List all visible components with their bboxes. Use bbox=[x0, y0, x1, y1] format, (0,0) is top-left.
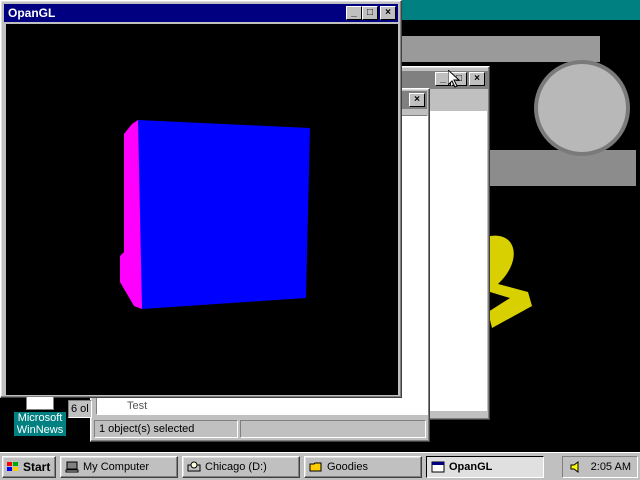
folder-icon bbox=[309, 462, 322, 471]
desktop-wallpaper-strip bbox=[400, 0, 640, 20]
maximize-button[interactable]: □ bbox=[362, 6, 378, 20]
task-goodies[interactable]: Goodies bbox=[304, 455, 422, 478]
system-tray: 2:05 AM bbox=[562, 455, 638, 478]
winnews-icon bbox=[26, 396, 54, 410]
wallpaper-graphic bbox=[402, 36, 600, 62]
opengl-window[interactable]: OpanGL _ □ × bbox=[0, 0, 402, 398]
task-label: Chicago (D:) bbox=[205, 460, 267, 473]
minimize-button[interactable]: _ bbox=[346, 6, 362, 20]
rendered-cube bbox=[120, 120, 310, 309]
windows-logo-icon bbox=[7, 461, 18, 471]
desktop-icon-winnews[interactable]: Microsoft WinNews bbox=[14, 396, 66, 436]
opengl-render-canvas[interactable] bbox=[6, 24, 398, 395]
start-label: Start bbox=[23, 459, 51, 474]
taskbar: Start My Computer Chicago (D:) Goodies O… bbox=[0, 452, 640, 480]
wallpaper-yellow-graphic bbox=[488, 235, 532, 328]
drive-icon bbox=[187, 461, 201, 471]
task-label: Goodies bbox=[327, 460, 368, 473]
opengl-titlebar[interactable]: OpanGL _ □ × bbox=[4, 4, 398, 22]
task-label: My Computer bbox=[83, 460, 150, 473]
start-button[interactable]: Start bbox=[2, 455, 56, 478]
status-cell-empty bbox=[240, 420, 426, 438]
desktop-icon-label: Microsoft WinNews bbox=[14, 412, 66, 436]
close-button[interactable]: × bbox=[380, 6, 396, 20]
background-window-pane bbox=[429, 111, 487, 411]
task-opengl[interactable]: OpanGL bbox=[426, 455, 544, 478]
mouse-cursor-icon bbox=[448, 70, 460, 88]
wallpaper-graphic bbox=[534, 60, 630, 156]
window-title: OpanGL bbox=[8, 6, 56, 20]
explorer-side-fragment: 6 ol bbox=[68, 400, 92, 418]
speaker-icon[interactable] bbox=[569, 460, 583, 473]
task-label: OpanGL bbox=[449, 460, 493, 473]
window-icon bbox=[431, 461, 445, 472]
cube-front-face bbox=[138, 120, 310, 309]
wallpaper-graphic bbox=[490, 150, 636, 186]
close-button[interactable]: × bbox=[409, 93, 425, 107]
task-chicago-drive[interactable]: Chicago (D:) bbox=[182, 455, 300, 478]
close-button[interactable]: × bbox=[469, 72, 485, 86]
task-my-computer[interactable]: My Computer bbox=[60, 455, 178, 478]
file-item-test[interactable]: Test bbox=[127, 400, 147, 412]
computer-icon bbox=[65, 461, 79, 472]
status-bar: 1 object(s) selected bbox=[94, 420, 426, 438]
status-selection-count: 1 object(s) selected bbox=[94, 420, 238, 438]
clock[interactable]: 2:05 AM bbox=[591, 461, 631, 473]
